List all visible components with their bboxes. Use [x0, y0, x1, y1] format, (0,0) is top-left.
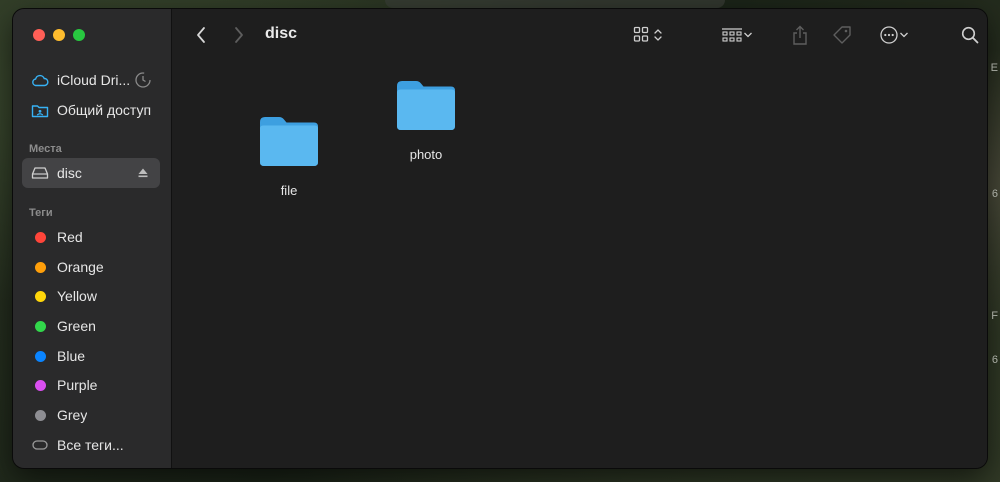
icon-view-icon — [633, 26, 649, 42]
share-button[interactable] — [788, 22, 812, 48]
shared-folder-icon — [31, 101, 49, 119]
sidebar-item-label: disc — [57, 165, 82, 181]
folder-name: photo — [409, 147, 443, 162]
sync-progress-icon — [134, 71, 152, 89]
sidebar-item-label: Grey — [57, 407, 88, 423]
sidebar-item-label: Green — [57, 318, 96, 334]
desktop-notification-strip — [385, 0, 725, 8]
folder-icon — [397, 81, 455, 130]
all-tags-icon — [31, 436, 49, 454]
desktop-text-fragment: F — [991, 310, 998, 322]
desktop-text-fragment: E — [990, 62, 998, 74]
tag-color-dot-icon — [31, 347, 49, 365]
tag-color-dot-icon — [31, 376, 49, 394]
sidebar-tag-blue[interactable]: Blue — [22, 341, 160, 371]
sidebar-item-label: iCloud Dri... — [57, 72, 131, 88]
forward-button[interactable] — [230, 23, 248, 47]
close-button[interactable] — [33, 29, 45, 41]
folder-item-file[interactable]: file — [244, 114, 334, 198]
group-button[interactable] — [716, 23, 758, 47]
forward-icon — [235, 27, 243, 43]
sidebar-section-tags: Теги — [29, 207, 53, 219]
tag-icon — [833, 26, 851, 44]
window-controls — [33, 29, 85, 41]
window-title: disc — [265, 25, 298, 42]
sidebar: iCloud Dri... Общий доступ Места disc Те… — [13, 9, 172, 468]
sidebar-item-label: Yellow — [57, 288, 97, 304]
sidebar-all-tags[interactable]: Все теги... — [22, 430, 160, 460]
sidebar-item-icloud-drive[interactable]: iCloud Dri... — [22, 65, 160, 95]
sidebar-tag-purple[interactable]: Purple — [22, 370, 160, 400]
desktop-text-fragment: 6 — [991, 354, 998, 366]
sidebar-item-label: Red — [57, 229, 83, 245]
tag-button[interactable] — [829, 22, 855, 48]
finder-window: iCloud Dri... Общий доступ Места disc Те… — [13, 9, 987, 468]
minimize-button[interactable] — [53, 29, 65, 41]
tag-color-dot-icon — [31, 287, 49, 305]
view-mode-button[interactable] — [628, 23, 668, 47]
more-actions-icon — [880, 26, 898, 44]
chevron-down-icon — [744, 32, 752, 38]
folder-item-photo[interactable]: photo — [381, 78, 471, 162]
group-icon — [722, 28, 742, 42]
folder-name: file — [280, 183, 298, 198]
eject-icon[interactable] — [134, 164, 152, 182]
zoom-button[interactable] — [73, 29, 85, 41]
icloud-icon — [31, 71, 49, 89]
tag-color-dot-icon — [31, 406, 49, 424]
back-icon — [197, 27, 205, 43]
search-icon — [961, 26, 979, 44]
sidebar-item-label: Blue — [57, 348, 86, 364]
share-icon — [793, 25, 807, 45]
content-area: disc file photo — [172, 9, 987, 468]
sidebar-tag-yellow[interactable]: Yellow — [22, 281, 160, 311]
sidebar-item-label: Все теги... — [57, 437, 124, 453]
sidebar-tag-red[interactable]: Red — [22, 222, 160, 252]
drive-icon — [31, 164, 49, 182]
sidebar-item-disc[interactable]: disc — [22, 158, 160, 188]
up-down-chevron-icon — [654, 29, 662, 41]
chevron-down-icon — [900, 32, 908, 38]
desktop-text-fragment: 6 — [991, 188, 998, 200]
sidebar-tag-orange[interactable]: Orange — [22, 252, 160, 282]
tag-color-dot-icon — [31, 258, 49, 276]
sidebar-item-label: Orange — [57, 259, 104, 275]
back-button[interactable] — [192, 23, 210, 47]
tag-color-dot-icon — [31, 228, 49, 246]
sidebar-section-places: Места — [29, 143, 62, 155]
search-button[interactable] — [958, 23, 982, 47]
sidebar-item-label: Purple — [57, 377, 98, 393]
more-actions-button[interactable] — [874, 23, 914, 47]
tag-color-dot-icon — [31, 317, 49, 335]
folder-icon — [260, 117, 318, 166]
sidebar-tag-green[interactable]: Green — [22, 311, 160, 341]
sidebar-tag-grey[interactable]: Grey — [22, 400, 160, 430]
sidebar-item-label: Общий доступ — [57, 102, 152, 118]
sidebar-item-shared[interactable]: Общий доступ — [22, 95, 160, 125]
